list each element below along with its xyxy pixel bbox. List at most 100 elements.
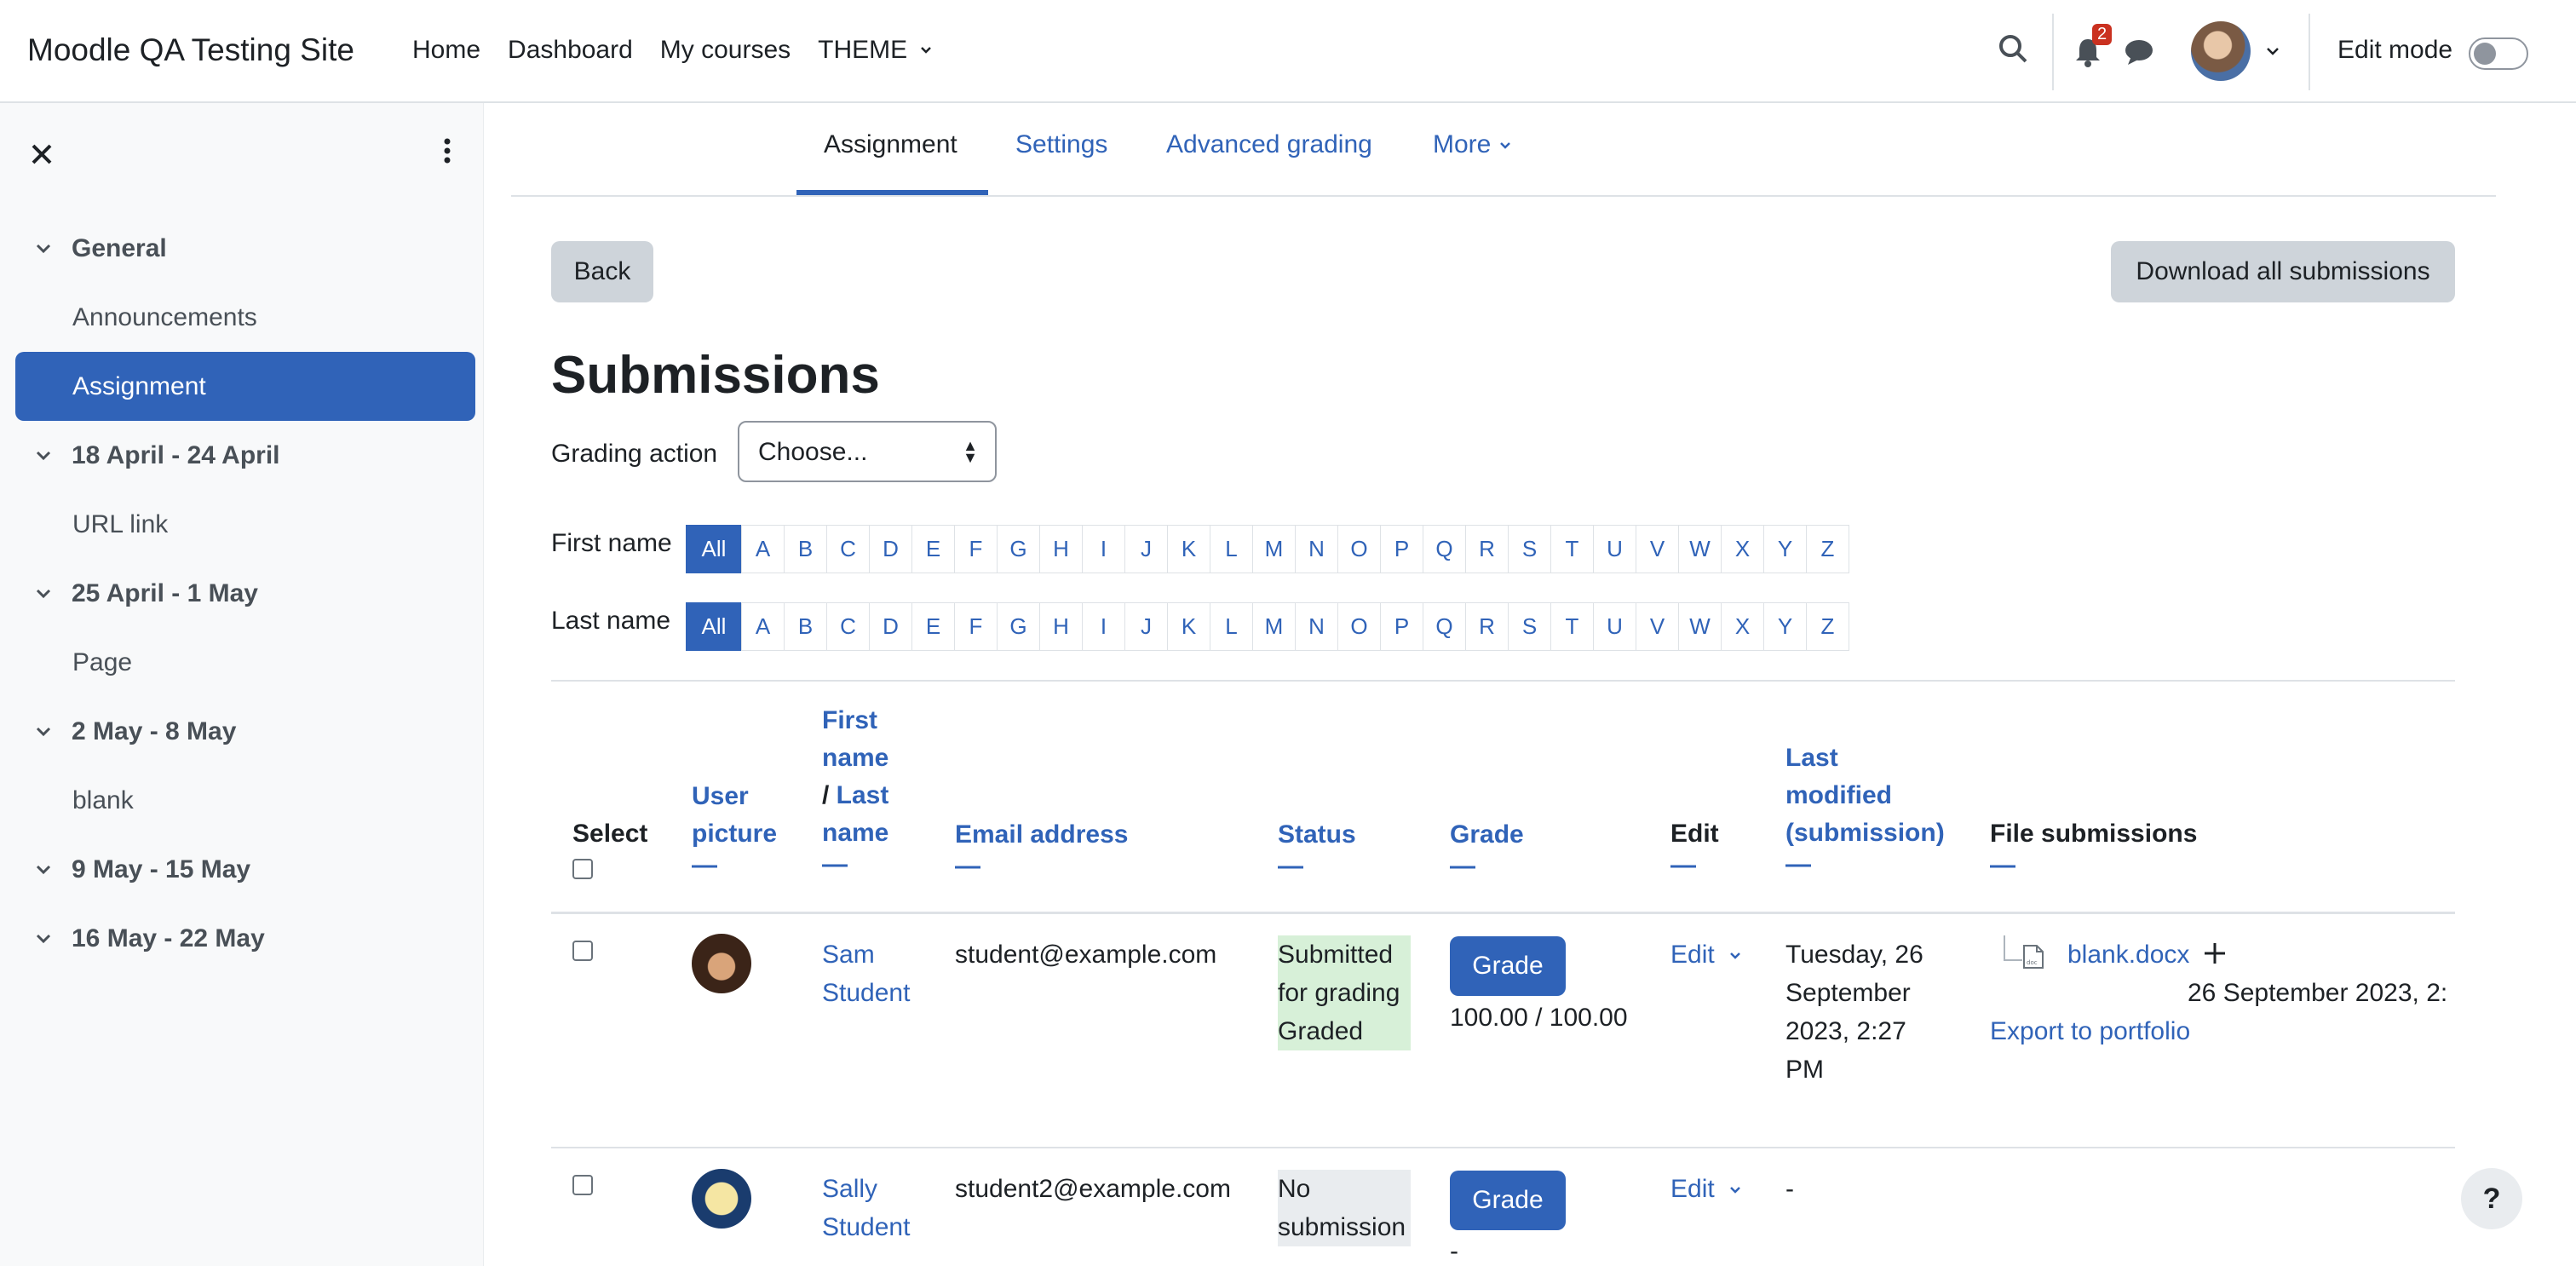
last-name-initial-r[interactable]: R xyxy=(1465,602,1509,651)
first-name-initial-m[interactable]: M xyxy=(1252,525,1296,573)
first-name-initial-q[interactable]: Q xyxy=(1423,525,1466,573)
user-picture-sam[interactable] xyxy=(692,934,751,993)
grade-button[interactable]: Grade xyxy=(1450,936,1566,996)
last-name-initial-y[interactable]: Y xyxy=(1763,602,1807,651)
nav-dashboard[interactable]: Dashboard xyxy=(508,36,633,65)
first-name-initial-s[interactable]: S xyxy=(1508,525,1551,573)
row-select-checkbox[interactable] xyxy=(572,941,593,961)
last-name-initial-d[interactable]: D xyxy=(869,602,912,651)
last-name-initial-m[interactable]: M xyxy=(1252,602,1296,651)
first-name-initial-h[interactable]: H xyxy=(1039,525,1083,573)
last-name-initial-e[interactable]: E xyxy=(911,602,955,651)
edit-mode-toggle[interactable] xyxy=(2469,37,2528,70)
header-user-picture[interactable]: User picture — xyxy=(692,778,777,878)
edit-menu[interactable]: Edit xyxy=(1670,1170,1742,1208)
last-name-initial-z[interactable]: Z xyxy=(1806,602,1849,651)
last-name-initial-c[interactable]: C xyxy=(826,602,870,651)
section-25-april[interactable]: 25 April - 1 May xyxy=(15,559,475,628)
header-last-name-link[interactable]: Last xyxy=(837,781,889,809)
last-name-initial-n[interactable]: N xyxy=(1295,602,1338,651)
last-name-initial-j[interactable]: J xyxy=(1124,602,1168,651)
last-name-initial-p[interactable]: P xyxy=(1380,602,1423,651)
first-name-initial-p[interactable]: P xyxy=(1380,525,1423,573)
first-name-initial-v[interactable]: V xyxy=(1636,525,1679,573)
last-name-initial-w[interactable]: W xyxy=(1678,602,1722,651)
last-name-initial-all[interactable]: All xyxy=(686,602,742,651)
tab-advanced-grading[interactable]: Advanced grading xyxy=(1166,130,1372,159)
first-name-initial-f[interactable]: F xyxy=(954,525,998,573)
last-name-initial-u[interactable]: U xyxy=(1593,602,1636,651)
last-name-initial-g[interactable]: G xyxy=(997,602,1040,651)
header-first-name-link[interactable]: name xyxy=(822,744,888,772)
user-name-link[interactable]: Sam Student xyxy=(822,935,910,1012)
last-name-initial-o[interactable]: O xyxy=(1337,602,1381,651)
first-name-initial-u[interactable]: U xyxy=(1593,525,1636,573)
user-name-link[interactable]: Sally Student xyxy=(822,1170,910,1246)
row-select-checkbox[interactable] xyxy=(572,1175,593,1195)
drawer-options-button[interactable] xyxy=(443,137,451,171)
first-name-initial-j[interactable]: J xyxy=(1124,525,1168,573)
first-name-initial-w[interactable]: W xyxy=(1678,525,1722,573)
help-button[interactable]: ? xyxy=(2461,1168,2522,1229)
section-2-may[interactable]: 2 May - 8 May xyxy=(15,697,475,766)
nav-my-courses[interactable]: My courses xyxy=(660,36,791,65)
plus-icon[interactable] xyxy=(2204,942,2226,964)
user-menu[interactable] xyxy=(2191,21,2281,81)
header-last-name-link[interactable]: name xyxy=(822,819,888,847)
last-name-initial-t[interactable]: T xyxy=(1550,602,1594,651)
course-item-announcements[interactable]: Announcements xyxy=(15,283,475,352)
first-name-initial-t[interactable]: T xyxy=(1550,525,1594,573)
grade-button[interactable]: Grade xyxy=(1450,1171,1566,1230)
last-name-initial-x[interactable]: X xyxy=(1721,602,1764,651)
sort-dash[interactable]: — xyxy=(1670,853,1719,878)
first-name-initial-d[interactable]: D xyxy=(869,525,912,573)
first-name-initial-n[interactable]: N xyxy=(1295,525,1338,573)
section-16-may[interactable]: 16 May - 22 May xyxy=(15,904,475,973)
back-button[interactable]: Back xyxy=(551,241,653,302)
close-drawer-button[interactable] xyxy=(31,137,53,173)
first-name-initial-a[interactable]: A xyxy=(741,525,785,573)
edit-menu[interactable]: Edit xyxy=(1670,935,1742,974)
tab-settings[interactable]: Settings xyxy=(1015,130,1107,159)
last-name-initial-k[interactable]: K xyxy=(1167,602,1210,651)
first-name-initial-e[interactable]: E xyxy=(911,525,955,573)
section-18-april[interactable]: 18 April - 24 April xyxy=(15,421,475,490)
header-first-last-name[interactable]: First name / Last name — xyxy=(822,702,888,878)
nav-home[interactable]: Home xyxy=(412,36,480,65)
header-email[interactable]: Email address — xyxy=(955,816,1128,879)
first-name-initial-y[interactable]: Y xyxy=(1763,525,1807,573)
last-name-initial-q[interactable]: Q xyxy=(1423,602,1466,651)
first-name-initial-g[interactable]: G xyxy=(997,525,1040,573)
first-name-initial-b[interactable]: B xyxy=(784,525,827,573)
grading-action-select[interactable]: Choose... ▲ ▼ xyxy=(738,421,997,482)
notifications-button[interactable]: 2 xyxy=(2072,24,2113,72)
sort-dash[interactable]: — xyxy=(1990,853,2197,878)
last-name-initial-i[interactable]: I xyxy=(1082,602,1125,651)
course-item-page[interactable]: Page xyxy=(15,628,475,697)
last-name-initial-v[interactable]: V xyxy=(1636,602,1679,651)
section-general[interactable]: General xyxy=(15,214,475,283)
last-name-initial-a[interactable]: A xyxy=(741,602,785,651)
course-item-assignment[interactable]: Assignment xyxy=(15,352,475,421)
export-to-portfolio-link[interactable]: Export to portfolio xyxy=(1990,1012,2190,1050)
first-name-initial-z[interactable]: Z xyxy=(1806,525,1849,573)
last-name-initial-b[interactable]: B xyxy=(784,602,827,651)
first-name-initial-r[interactable]: R xyxy=(1465,525,1509,573)
last-name-initial-s[interactable]: S xyxy=(1508,602,1551,651)
first-name-initial-x[interactable]: X xyxy=(1721,525,1764,573)
nav-theme[interactable]: THEME xyxy=(818,36,933,65)
last-name-initial-h[interactable]: H xyxy=(1039,602,1083,651)
section-9-may[interactable]: 9 May - 15 May xyxy=(15,835,475,904)
last-name-initial-f[interactable]: F xyxy=(954,602,998,651)
header-grade[interactable]: Grade — xyxy=(1450,816,1524,879)
tab-more[interactable]: More xyxy=(1433,130,1512,159)
user-picture-sally[interactable] xyxy=(692,1169,751,1229)
search-button[interactable] xyxy=(1997,32,2031,71)
select-all-checkbox[interactable] xyxy=(572,859,593,879)
first-name-initial-l[interactable]: L xyxy=(1210,525,1253,573)
first-name-initial-all[interactable]: All xyxy=(686,525,742,573)
course-item-blank[interactable]: blank xyxy=(15,766,475,835)
first-name-initial-c[interactable]: C xyxy=(826,525,870,573)
site-name[interactable]: Moodle QA Testing Site xyxy=(27,32,354,68)
header-status[interactable]: Status — xyxy=(1278,816,1356,879)
